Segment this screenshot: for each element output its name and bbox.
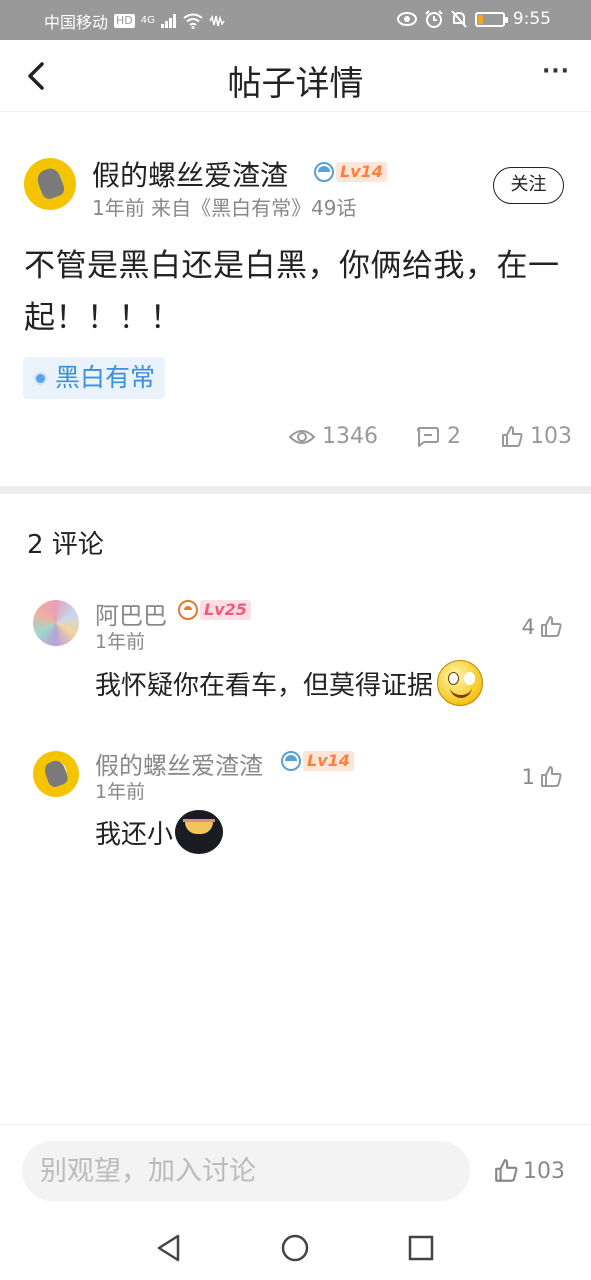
eye-icon (396, 12, 417, 26)
follow-button[interactable]: 关注 (493, 167, 564, 204)
battery-icon (474, 11, 508, 27)
thumbs-up-icon (502, 425, 523, 447)
topic-dot-icon (34, 372, 47, 385)
dark-emoji-icon (175, 810, 224, 854)
post-author-name[interactable]: 假的螺丝爱渣渣 (92, 154, 288, 194)
comments-stat[interactable]: 2 (415, 424, 461, 449)
comment-input[interactable] (22, 1141, 470, 1201)
likes-stat[interactable]: 103 (500, 424, 572, 449)
status-bar: 中国移动 HD 4G 9:55 (0, 0, 591, 40)
thumbs-up-icon (495, 1159, 518, 1182)
vibrate-icon (209, 15, 225, 27)
level-icon (178, 600, 198, 620)
comment-author[interactable]: 阿巴巴 (95, 596, 167, 631)
smile-emoji-icon (437, 660, 484, 706)
comment-avatar[interactable] (33, 600, 79, 646)
topic-tag[interactable]: 黑白有常 (23, 357, 166, 399)
post-content: 不管是黑白还是白黑，你俩给我，在一起！！！！ (24, 248, 560, 336)
level-icon (314, 162, 334, 182)
comment-time: 1年前 (95, 631, 146, 653)
nav-recents-icon[interactable] (405, 1232, 437, 1264)
nav-back-icon[interactable] (153, 1232, 185, 1264)
comment-text: 我还小 (95, 810, 224, 854)
page-title: 帖子详情 (227, 64, 364, 104)
views-stat: 1346 (288, 424, 378, 449)
top-app-bar: 帖子详情 ··· (0, 40, 591, 112)
more-button[interactable]: ··· (541, 60, 571, 90)
thumbs-up-icon (541, 766, 562, 787)
carrier-label: 中国移动 (44, 13, 109, 32)
comment-like-button[interactable]: 1 (522, 765, 563, 789)
network-label: 4G (140, 15, 155, 26)
post-author-avatar[interactable] (24, 158, 76, 210)
bottom-like-button[interactable]: 103 (493, 1158, 565, 1184)
level-icon (281, 751, 301, 771)
system-nav-bar (0, 1220, 591, 1280)
comment-level-badge: Lv25 (178, 599, 251, 621)
status-time: 9:55 (512, 9, 551, 29)
thumbs-up-icon (541, 616, 562, 637)
eye-icon (288, 429, 316, 444)
comments-header: 2 评论 (27, 530, 104, 560)
wifi-icon (183, 13, 203, 29)
post-meta[interactable]: 1年前 来自《黑白有常》49话 (92, 192, 357, 221)
comment-like-button[interactable]: 4 (522, 615, 563, 639)
comment-level-badge: Lv14 (281, 750, 354, 772)
alarm-icon (425, 10, 443, 28)
comment-author[interactable]: 假的螺丝爱渣渣 (95, 746, 263, 781)
comment-icon (417, 426, 439, 447)
section-divider (0, 486, 591, 494)
comment-text: 我怀疑你在看车，但莫得证据 (95, 660, 484, 706)
comment-time: 1年前 (95, 781, 146, 803)
comment-avatar[interactable] (33, 751, 79, 797)
signal-icon (160, 14, 176, 28)
post-author-level-badge: Lv14 (314, 161, 387, 183)
mute-bell-icon (451, 10, 467, 28)
nav-home-icon[interactable] (279, 1232, 311, 1264)
bottom-comment-bar: 103 (0, 1124, 591, 1220)
hd-icon: HD (114, 14, 135, 28)
